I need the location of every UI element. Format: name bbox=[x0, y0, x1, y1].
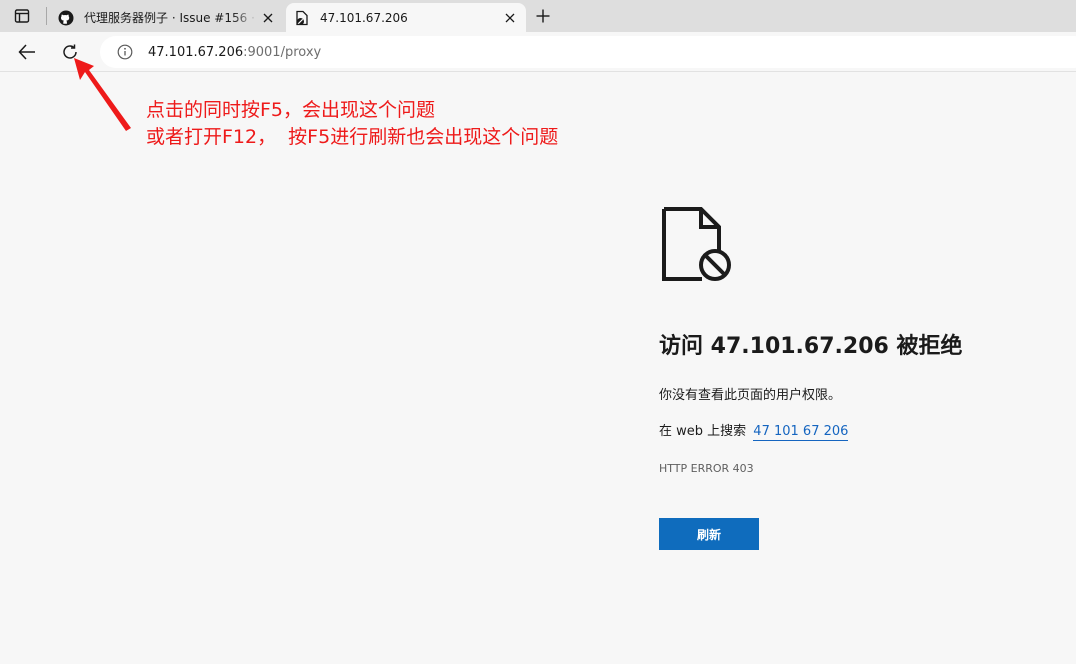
reload-button[interactable]: 刷新 bbox=[659, 518, 759, 550]
error-description: 你没有查看此页面的用户权限。 bbox=[659, 388, 842, 403]
annotation-line-1: 点击的同时按F5，会出现这个问题 bbox=[146, 99, 436, 121]
error-code: HTTP ERROR 403 bbox=[659, 462, 754, 475]
search-prefix: 在 web 上搜索 bbox=[659, 424, 747, 439]
search-link[interactable]: 47 101 67 206 bbox=[753, 424, 849, 441]
error-title: 访问 47.101.67.206 被拒绝 bbox=[659, 334, 963, 359]
annotation-line-2: 或者打开F12， 按F5进行刷新也会出现这个问题 bbox=[146, 126, 559, 148]
search-suggestion: 在 web 上搜索 47 101 67 206 bbox=[659, 420, 849, 441]
blocked-document-icon bbox=[662, 207, 731, 281]
annotation-note: 点击的同时按F5，会出现这个问题 或者打开F12， 按F5进行刷新也会出现这个问… bbox=[146, 97, 558, 151]
